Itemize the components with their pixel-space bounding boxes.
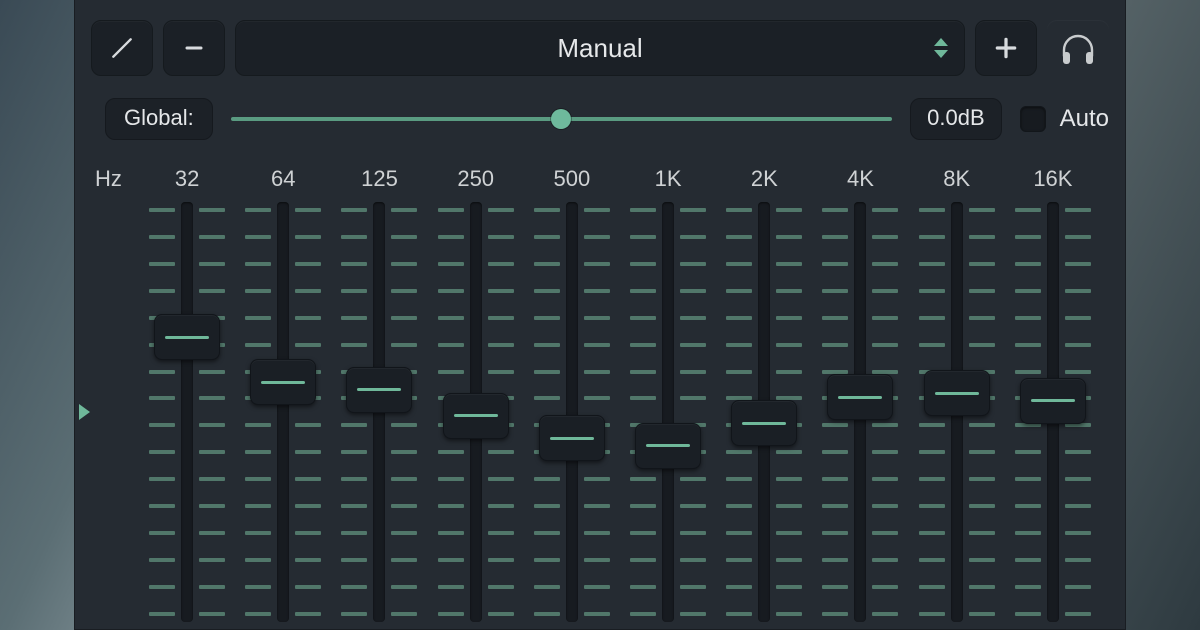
headphones-button[interactable] (1047, 20, 1109, 76)
edit-button[interactable] (91, 20, 153, 76)
eq-left-gutter (95, 202, 139, 622)
hz-label: Hz (95, 166, 139, 192)
band-label-32: 32 (139, 166, 235, 192)
band-slider-4k[interactable] (812, 202, 908, 622)
global-gain-slider[interactable] (231, 107, 892, 131)
band-knob[interactable] (539, 415, 605, 461)
band-slider-64[interactable] (235, 202, 331, 622)
auto-label: Auto (1060, 105, 1109, 133)
global-db-readout: 0.0dB (910, 98, 1002, 140)
chevron-down-icon (934, 50, 948, 58)
band-label-1k: 1K (620, 166, 716, 192)
global-gain-row: Global: 0.0dB Auto (75, 90, 1125, 148)
band-knob[interactable] (346, 367, 412, 413)
eq-band-area (75, 202, 1125, 622)
band-label-2k: 2K (716, 166, 812, 192)
band-label-250: 250 (428, 166, 524, 192)
minus-icon (182, 36, 206, 60)
preset-selector[interactable]: Manual (235, 20, 965, 76)
zero-db-marker-icon (79, 404, 90, 420)
band-knob[interactable] (827, 374, 893, 420)
chevron-up-icon (934, 38, 948, 46)
add-preset-button[interactable] (975, 20, 1037, 76)
band-label-64: 64 (235, 166, 331, 192)
preset-label: Manual (557, 33, 642, 64)
equalizer-panel: Manual Global: 0.0dB (74, 0, 1126, 630)
band-slider-1k[interactable] (620, 202, 716, 622)
plus-icon (993, 35, 1019, 61)
band-label-125: 125 (331, 166, 427, 192)
band-knob[interactable] (154, 314, 220, 360)
band-knob[interactable] (635, 423, 701, 469)
band-slider-500[interactable] (524, 202, 620, 622)
global-label: Global: (105, 98, 213, 140)
band-slider-16k[interactable] (1005, 202, 1101, 622)
band-slider-32[interactable] (139, 202, 235, 622)
band-label-16k: 16K (1005, 166, 1101, 192)
auto-toggle[interactable]: Auto (1020, 105, 1109, 133)
band-knob[interactable] (250, 359, 316, 405)
stepper-arrows[interactable] (934, 38, 948, 58)
pencil-icon (109, 35, 135, 61)
band-slider-250[interactable] (428, 202, 524, 622)
band-label-8k: 8K (909, 166, 1005, 192)
band-slider-8k[interactable] (909, 202, 1005, 622)
band-label-500: 500 (524, 166, 620, 192)
band-slider-125[interactable] (331, 202, 427, 622)
remove-preset-button[interactable] (163, 20, 225, 76)
toolbar: Manual (75, 0, 1125, 90)
frequency-header: Hz 32 64 125 250 500 1K 2K 4K 8K 16K (75, 148, 1125, 202)
band-knob[interactable] (1020, 378, 1086, 424)
auto-checkbox[interactable] (1020, 106, 1046, 132)
band-label-4k: 4K (812, 166, 908, 192)
headphones-icon (1058, 30, 1098, 66)
band-knob[interactable] (731, 400, 797, 446)
slider-thumb[interactable] (551, 109, 571, 129)
band-knob[interactable] (443, 393, 509, 439)
band-knob[interactable] (924, 370, 990, 416)
band-slider-2k[interactable] (716, 202, 812, 622)
